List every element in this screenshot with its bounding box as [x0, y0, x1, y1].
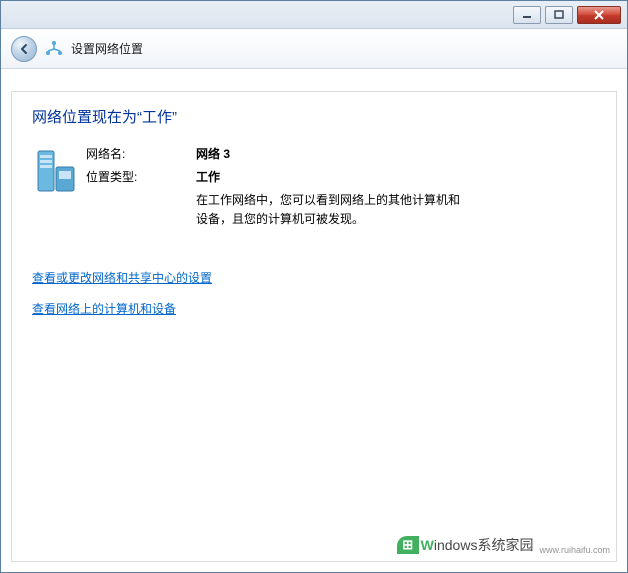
titlebar	[1, 1, 627, 29]
server-icon	[32, 145, 86, 229]
close-button[interactable]	[577, 6, 621, 24]
network-icon	[45, 40, 63, 58]
dialog-window: 设置网络位置 网络位置现在为“工作” 网络名:	[0, 0, 628, 573]
watermark-flag-icon: ⊞	[397, 536, 419, 554]
maximize-icon	[554, 10, 564, 20]
links-section: 查看或更改网络和共享中心的设置 查看网络上的计算机和设备	[32, 269, 596, 331]
location-description: 在工作网络中，您可以看到网络上的其他计算机和设备，且您的计算机可被发现。	[86, 191, 466, 229]
minimize-icon	[522, 10, 532, 20]
back-button[interactable]	[11, 36, 37, 62]
page-title: 网络位置现在为“工作”	[32, 106, 596, 127]
maximize-button[interactable]	[545, 6, 573, 24]
watermark-text: Windows系统家园	[421, 535, 534, 555]
watermark: ⊞ Windows系统家园 www.ruihaifu.com	[397, 535, 610, 555]
header-bar: 设置网络位置	[1, 29, 627, 69]
watermark-url: www.ruihaifu.com	[539, 545, 610, 555]
watermark-prefix: W	[421, 537, 434, 553]
field-location-type: 位置类型: 工作	[86, 168, 596, 185]
minimize-button[interactable]	[513, 6, 541, 24]
link-network-sharing-center[interactable]: 查看或更改网络和共享中心的设置	[32, 269, 212, 286]
network-name-label: 网络名:	[86, 145, 196, 162]
link-view-network-devices[interactable]: 查看网络上的计算机和设备	[32, 300, 176, 317]
network-name-value: 网络 3	[196, 145, 230, 162]
main-panel: 网络位置现在为“工作” 网络名: 网络 3	[11, 91, 617, 562]
fields-block: 网络名: 网络 3 位置类型: 工作 在工作网络中，您可以看到网络上的其他计算机…	[86, 145, 596, 229]
location-type-value: 工作	[196, 168, 220, 185]
content-area: 网络位置现在为“工作” 网络名: 网络 3	[1, 69, 627, 572]
location-type-label: 位置类型:	[86, 168, 196, 185]
watermark-rest: indows系统家园	[434, 537, 534, 553]
field-network-name: 网络名: 网络 3	[86, 145, 596, 162]
info-section: 网络名: 网络 3 位置类型: 工作 在工作网络中，您可以看到网络上的其他计算机…	[32, 145, 596, 229]
back-arrow-icon	[17, 42, 31, 56]
close-icon	[593, 10, 605, 20]
header-title: 设置网络位置	[71, 40, 143, 57]
